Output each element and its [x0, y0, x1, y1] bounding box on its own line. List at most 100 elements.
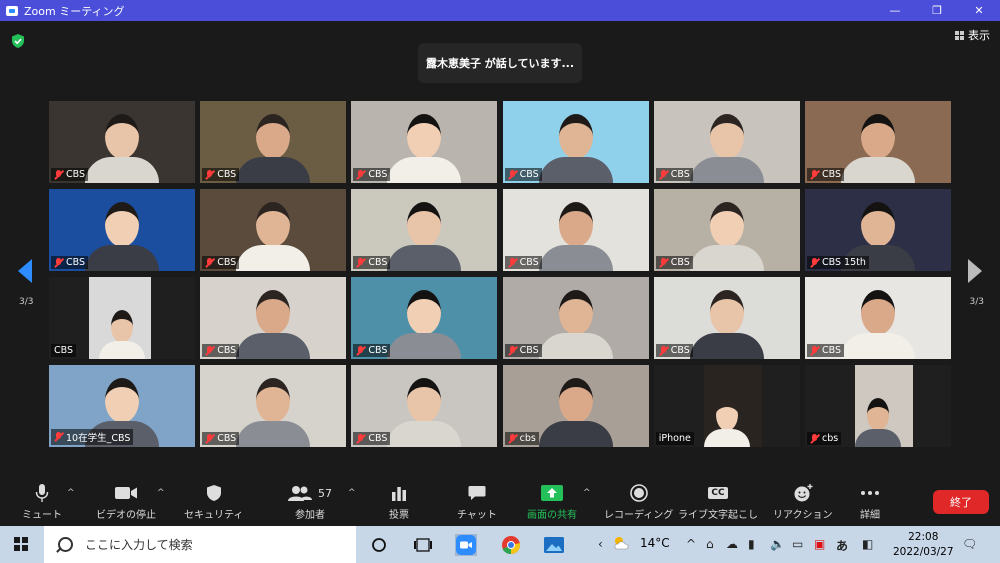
video-tile[interactable]: CBS — [200, 101, 347, 183]
zoom-taskbar-icon[interactable] — [455, 534, 477, 556]
more-label: 詳細 — [860, 510, 880, 521]
device-icon[interactable]: ⌂ — [706, 537, 714, 551]
cortana-icon[interactable] — [368, 534, 390, 556]
video-tile[interactable]: CBS — [653, 189, 800, 271]
participant-figure — [841, 290, 915, 359]
photos-icon[interactable] — [543, 534, 565, 556]
participant-name: CBS — [670, 169, 690, 180]
participant-figure — [538, 114, 613, 183]
security-button[interactable]: セキュリティ — [184, 482, 243, 521]
video-tile[interactable]: CBS — [200, 365, 347, 447]
participant-figure — [855, 398, 901, 447]
share-screen-button[interactable]: 画面の共有 — [527, 482, 577, 521]
video-tile[interactable]: CBS — [502, 277, 649, 359]
participant-name: CBS — [822, 169, 842, 180]
reactions-button[interactable]: リアクション — [773, 482, 833, 521]
view-button[interactable]: 表示 — [955, 27, 990, 43]
share-options-chevron-icon[interactable]: ^ — [583, 488, 591, 498]
participant-name-label: CBS — [202, 168, 240, 181]
video-tile[interactable]: CBS — [351, 101, 498, 183]
stop-video-button[interactable]: ビデオの停止 — [96, 482, 156, 521]
record-button[interactable]: レコーディング — [604, 482, 673, 521]
participant-figure — [85, 114, 159, 183]
video-tile[interactable]: CBS — [49, 277, 195, 359]
action-center-icon[interactable]: 🗨 — [962, 537, 977, 551]
usb-icon[interactable]: ▮ — [748, 537, 755, 551]
share-screen-icon — [541, 482, 563, 504]
participant-name-label: cbs — [504, 432, 539, 445]
video-tile[interactable]: CBS — [502, 101, 649, 183]
participant-name-label: cbs — [807, 432, 842, 445]
participants-button[interactable]: 57 参加者 — [288, 482, 332, 521]
next-page-arrow-icon[interactable] — [968, 259, 982, 283]
live-transcript-label: ライブ文字起こし — [678, 510, 758, 521]
video-tile[interactable]: cbs — [805, 365, 951, 447]
end-meeting-button[interactable]: 終了 — [933, 490, 989, 514]
muted-microphone-icon — [659, 257, 668, 268]
muted-microphone-icon — [356, 433, 365, 444]
share-screen-label: 画面の共有 — [527, 510, 577, 521]
close-button[interactable]: ✕ — [958, 0, 1000, 21]
mute-button[interactable]: ミュート — [22, 482, 62, 521]
tray-caret-left-icon[interactable]: ‹ — [598, 537, 603, 551]
shield-icon[interactable] — [10, 33, 26, 49]
participant-figure — [236, 290, 311, 359]
poll-button[interactable]: 投票 — [389, 482, 409, 521]
participant-figure — [236, 114, 311, 183]
meeting-toolbar: ミュート ^ ビデオの停止 ^ セキュリティ 57 参加者 ^ 投票 チャット — [0, 478, 1000, 526]
volume-icon[interactable]: 🔈 — [770, 537, 785, 551]
microphone-icon — [35, 482, 49, 504]
video-tile[interactable]: CBS 15th — [805, 189, 951, 271]
participant-name: CBS 15th — [822, 257, 866, 268]
video-options-chevron-icon[interactable]: ^ — [157, 488, 165, 498]
muted-microphone-icon — [508, 169, 517, 180]
participant-name: CBS — [368, 169, 388, 180]
taskbar-search[interactable]: ここに入力して検索 — [44, 526, 356, 563]
task-view-icon[interactable] — [412, 534, 434, 556]
security-shield-icon — [206, 482, 222, 504]
video-tile[interactable]: CBS — [351, 365, 498, 447]
battery-icon[interactable]: ▭ — [792, 537, 803, 551]
taskbar-clock[interactable]: 22:08 2022/03/27 — [893, 530, 954, 560]
previous-page-arrow-icon[interactable] — [18, 259, 32, 283]
chat-button[interactable]: チャット — [457, 482, 497, 521]
minimize-button[interactable]: — — [874, 0, 916, 21]
participant-name-label: CBS — [807, 168, 845, 181]
video-tile[interactable]: CBS — [200, 189, 347, 271]
video-tile[interactable]: cbs — [502, 365, 649, 447]
video-tile[interactable]: CBS — [805, 101, 951, 183]
show-hidden-icons-chevron-icon[interactable]: ^ — [686, 537, 696, 551]
weather-widget[interactable]: 14°C — [612, 536, 670, 550]
mute-options-chevron-icon[interactable]: ^ — [67, 488, 75, 498]
live-transcript-button[interactable]: CC ライブ文字起こし — [678, 482, 758, 521]
notification-badge-icon[interactable]: ▣ — [814, 537, 825, 551]
page-indicator-left: 3/3 — [19, 297, 34, 307]
muted-microphone-icon — [54, 257, 63, 268]
video-tile[interactable]: CBS — [49, 189, 195, 271]
muted-microphone-icon — [508, 433, 517, 444]
video-tile[interactable]: CBS — [49, 101, 195, 183]
video-tile[interactable]: CBS — [351, 189, 498, 271]
ime-indicator[interactable]: あ — [836, 537, 848, 554]
video-tile[interactable]: CBS — [653, 277, 800, 359]
chrome-icon[interactable] — [500, 534, 522, 556]
participants-options-chevron-icon[interactable]: ^ — [348, 488, 356, 498]
muted-microphone-icon — [508, 345, 517, 356]
reactions-label: リアクション — [773, 510, 833, 521]
windows-start-icon[interactable] — [14, 537, 28, 551]
participant-name: CBS — [519, 257, 539, 268]
clock-time: 22:08 — [908, 531, 939, 543]
input-mode-icon[interactable]: ◧ — [862, 537, 873, 551]
maximize-button[interactable]: ❐ — [916, 0, 958, 21]
video-tile[interactable]: CBS — [200, 277, 347, 359]
video-tile[interactable]: CBS — [653, 101, 800, 183]
onedrive-cloud-icon[interactable]: ☁ — [726, 537, 738, 551]
video-tile[interactable]: 10在学生_CBS — [49, 365, 195, 447]
video-tile[interactable]: CBS — [351, 277, 498, 359]
video-tile[interactable]: CBS — [502, 189, 649, 271]
muted-microphone-icon — [54, 432, 63, 442]
video-tile[interactable]: iPhone — [653, 365, 800, 447]
video-tile[interactable]: CBS — [805, 277, 951, 359]
more-button[interactable]: 詳細 — [860, 482, 880, 521]
chat-bubble-icon — [468, 482, 486, 504]
